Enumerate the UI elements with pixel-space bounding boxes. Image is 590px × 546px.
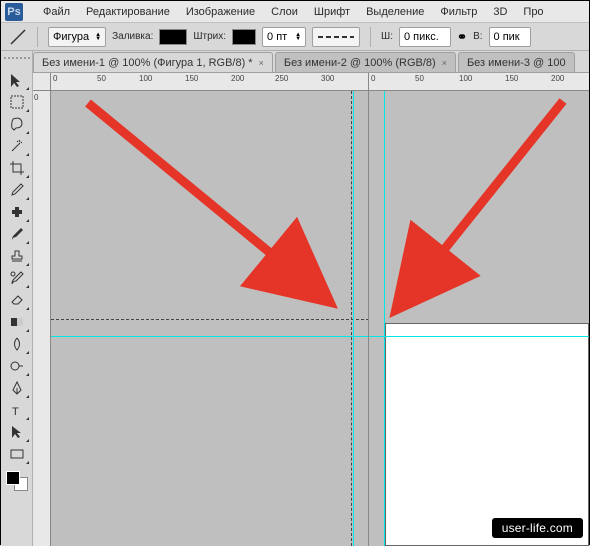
stroke-width-field[interactable]: 0 пт ▲▼	[262, 27, 306, 47]
stamp-tool[interactable]	[4, 245, 30, 267]
menu-layers[interactable]: Слои	[263, 6, 306, 18]
ruler-corner[interactable]	[33, 73, 51, 91]
guide-vertical[interactable]	[384, 91, 385, 546]
move-tool[interactable]	[4, 69, 30, 91]
width-field[interactable]: 0 пикс.	[399, 27, 451, 47]
shape-mode-select[interactable]: Фигура ▲▼	[48, 27, 106, 47]
document-tabs: Без имени-1 @ 100% (Фигура 1, RGB/8) * ×…	[33, 51, 589, 73]
shape-mode-label: Фигура	[53, 31, 89, 43]
ruler-tick: 300	[321, 74, 334, 83]
eyedropper-tool[interactable]	[4, 179, 30, 201]
ruler-tick: 200	[231, 74, 244, 83]
width-label: Ш:	[381, 31, 393, 42]
canvas-white	[385, 323, 589, 546]
menu-3d[interactable]: 3D	[485, 6, 515, 18]
marquee-tool[interactable]	[4, 91, 30, 113]
height-value: 0 пик	[494, 31, 520, 43]
magic-wand-tool[interactable]	[4, 135, 30, 157]
svg-text:T: T	[12, 406, 19, 418]
separator	[37, 27, 38, 47]
ruler-tick: 150	[185, 74, 198, 83]
watermark: user-life.com	[492, 518, 583, 538]
stroke-label: Штрих:	[193, 31, 226, 42]
menu-view-partial[interactable]: Про	[515, 6, 551, 18]
fill-label: Заливка:	[112, 31, 153, 42]
close-icon[interactable]: ×	[259, 58, 264, 68]
color-swatch[interactable]	[6, 471, 28, 491]
path-select-tool[interactable]	[4, 421, 30, 443]
dropdown-arrows-icon: ▲▼	[95, 33, 101, 41]
document-2-viewport[interactable]	[369, 91, 589, 546]
menu-edit[interactable]: Редактирование	[78, 6, 178, 18]
guide-vertical[interactable]	[353, 91, 354, 546]
ruler-tick: 0	[34, 93, 38, 102]
toolbar: T	[1, 51, 33, 546]
dodge-tool[interactable]	[4, 355, 30, 377]
ruler-tick: 0	[371, 74, 375, 83]
guide-horizontal[interactable]	[51, 336, 369, 337]
eraser-tool[interactable]	[4, 289, 30, 311]
horizontal-ruler[interactable]: 0 50 100 150 200 250 300 0 50 100 150 20…	[51, 73, 589, 91]
ruler-tick: 50	[97, 74, 106, 83]
ruler-tick: 250	[275, 74, 288, 83]
line-tool-icon	[9, 28, 27, 46]
guide-horizontal[interactable]	[369, 336, 589, 337]
height-field[interactable]: 0 пик	[489, 27, 531, 47]
stepper-arrows-icon: ▲▼	[295, 33, 301, 41]
shape-bounds-h	[51, 319, 369, 320]
app-logo: Ps	[5, 3, 23, 21]
tab-title: Без имени-2 @ 100% (RGB/8)	[284, 57, 436, 69]
stroke-width-value: 0 пт	[267, 31, 287, 43]
type-tool[interactable]: T	[4, 399, 30, 421]
blur-tool[interactable]	[4, 333, 30, 355]
healing-tool[interactable]	[4, 201, 30, 223]
crop-tool[interactable]	[4, 157, 30, 179]
stroke-swatch[interactable]	[232, 29, 256, 45]
ruler-tick: 150	[505, 74, 518, 83]
ruler-tick: 0	[53, 74, 57, 83]
width-value: 0 пикс.	[404, 31, 439, 43]
canvas-area[interactable]: 0 50 100 150 200 250 300 0 50 100 150 20…	[33, 73, 589, 546]
link-wh-icon[interactable]: ⚭	[457, 30, 467, 44]
close-icon[interactable]: ×	[442, 58, 447, 68]
tab-title: Без имени-3 @ 100	[467, 57, 566, 69]
rectangle-tool[interactable]	[4, 443, 30, 465]
document-1-viewport[interactable]	[51, 91, 369, 546]
menu-type[interactable]: Шрифт	[306, 6, 358, 18]
pen-tool[interactable]	[4, 377, 30, 399]
menu-select[interactable]: Выделение	[358, 6, 432, 18]
fill-swatch[interactable]	[159, 29, 187, 45]
menu-filter[interactable]: Фильтр	[432, 6, 485, 18]
toolbar-handle[interactable]	[4, 57, 30, 65]
separator	[370, 27, 371, 47]
menu-image[interactable]: Изображение	[178, 6, 263, 18]
gradient-tool[interactable]	[4, 311, 30, 333]
ruler-tick: 100	[459, 74, 472, 83]
brush-tool[interactable]	[4, 223, 30, 245]
vertical-ruler[interactable]: 0	[33, 91, 51, 546]
tab-title: Без имени-1 @ 100% (Фигура 1, RGB/8) *	[42, 57, 253, 69]
stroke-style-select[interactable]	[312, 27, 360, 47]
height-label: В:	[473, 31, 482, 42]
tab-doc1[interactable]: Без имени-1 @ 100% (Фигура 1, RGB/8) * ×	[33, 52, 273, 72]
ruler-tick: 200	[551, 74, 564, 83]
ruler-tick: 50	[415, 74, 424, 83]
history-brush-tool[interactable]	[4, 267, 30, 289]
tab-doc2[interactable]: Без имени-2 @ 100% (RGB/8) ×	[275, 52, 456, 72]
lasso-tool[interactable]	[4, 113, 30, 135]
shape-bounds-v	[351, 91, 352, 546]
tab-doc3[interactable]: Без имени-3 @ 100	[458, 52, 575, 72]
menu-file[interactable]: Файл	[35, 6, 78, 18]
ruler-tick: 100	[139, 74, 152, 83]
